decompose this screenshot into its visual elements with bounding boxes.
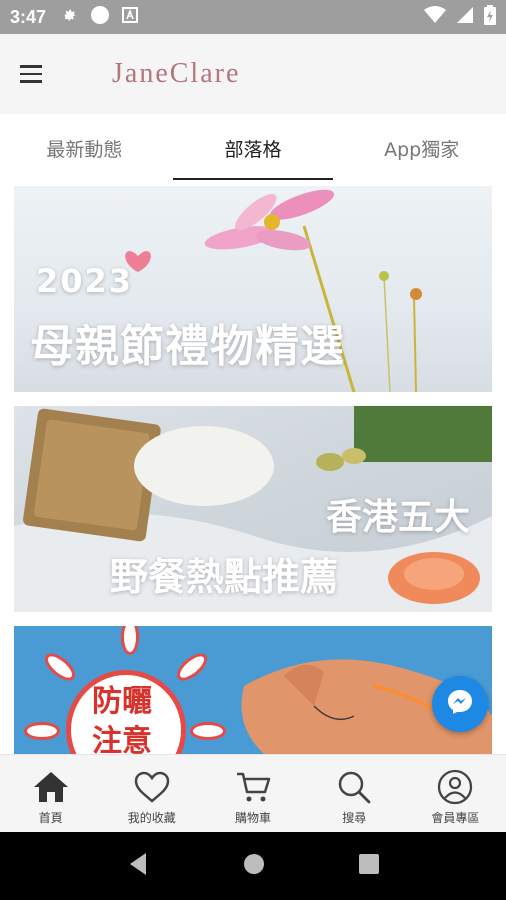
heart-icon xyxy=(134,769,170,805)
card-title: 防曬注意 xyxy=(92,684,152,754)
nav-label: 購物車 xyxy=(235,811,272,825)
tab-bar: 最新動態 部落格 App獨家 xyxy=(0,114,506,182)
nav-search[interactable]: 搜尋 xyxy=(304,755,405,832)
sun-ray xyxy=(190,722,226,740)
search-icon xyxy=(336,769,372,805)
user-icon xyxy=(437,769,473,805)
card-year: 2023 xyxy=(36,262,134,300)
nav-label: 首頁 xyxy=(38,811,63,825)
card-title: 母親節禮物精選 xyxy=(30,321,345,372)
battery-icon xyxy=(484,5,496,29)
hamburger-icon[interactable] xyxy=(20,54,60,94)
blog-card-sunscreen[interactable]: 防曬注意 xyxy=(14,626,492,754)
recents-icon[interactable] xyxy=(358,853,380,879)
messenger-icon xyxy=(445,687,475,721)
font-a-icon xyxy=(122,7,139,27)
status-right-icons xyxy=(424,5,496,29)
tab-latest[interactable]: 最新動態 xyxy=(0,114,169,182)
cart-icon xyxy=(235,769,271,805)
nav-label: 我的收藏 xyxy=(127,811,176,825)
blog-card-mothers-day[interactable]: 2023 母親節禮物精選 xyxy=(14,186,492,392)
gear-icon xyxy=(60,6,78,28)
card-title-line1: 香港五大 xyxy=(325,497,470,538)
back-icon[interactable] xyxy=(126,851,150,881)
sun-ray xyxy=(24,722,60,740)
blog-feed: 2023 母親節禮物精選 香港五大 野餐熱點推薦 防曬注意 xyxy=(0,182,506,754)
blog-card-picnic[interactable]: 香港五大 野餐熱點推薦 xyxy=(14,406,492,612)
status-time: 3:47 xyxy=(10,6,47,27)
status-bar: 3:47 xyxy=(0,0,506,34)
nav-label: 會員專區 xyxy=(431,811,480,825)
tab-app-exclusive[interactable]: App獨家 xyxy=(337,114,506,182)
signal-icon xyxy=(456,6,474,28)
status-left-icons xyxy=(60,5,139,29)
nav-member[interactable]: 會員專區 xyxy=(405,755,506,832)
bottom-nav: 首頁 我的收藏 購物車 搜尋 會員專區 xyxy=(0,754,506,832)
nav-favorites[interactable]: 我的收藏 xyxy=(101,755,202,832)
app-header: JaneClare xyxy=(0,34,506,114)
card-title-line2: 野餐熱點推薦 xyxy=(110,555,339,599)
tab-blog[interactable]: 部落格 xyxy=(169,114,338,182)
nav-home[interactable]: 首頁 xyxy=(0,755,101,832)
wifi-icon xyxy=(424,6,446,28)
nav-cart[interactable]: 購物車 xyxy=(202,755,303,832)
home-icon xyxy=(32,769,70,805)
brand-logo: JaneClare xyxy=(112,58,241,89)
circle-icon xyxy=(90,5,110,29)
system-nav-bar xyxy=(0,832,506,900)
messenger-button[interactable] xyxy=(432,676,488,732)
home-circle-icon[interactable] xyxy=(242,852,266,880)
nav-label: 搜尋 xyxy=(342,811,367,825)
